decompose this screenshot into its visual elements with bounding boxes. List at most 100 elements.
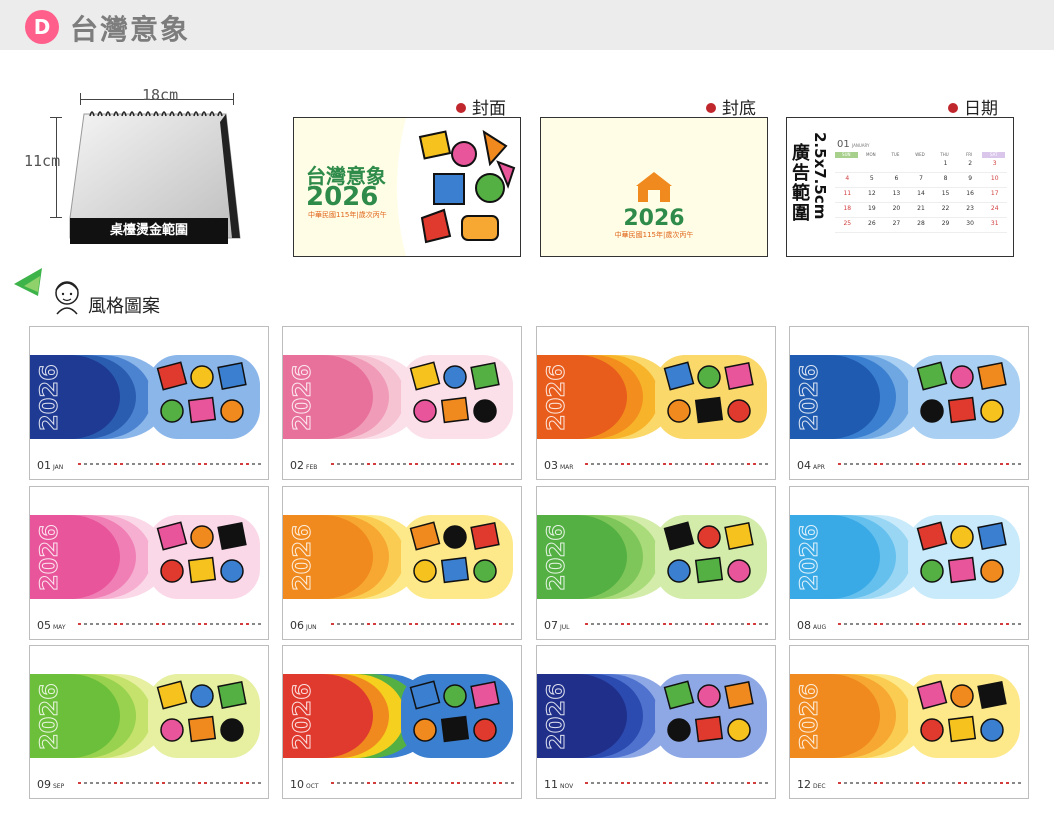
back-preview: 2026 中華民國115年|歲次丙午 — [540, 117, 768, 257]
month-year-text: 2026 — [35, 683, 64, 751]
calendar-day: 21 — [917, 205, 925, 212]
calendar-day: 25 — [843, 220, 852, 227]
month-card-03: 2026 03 MAR — [536, 326, 776, 480]
month-label: 10 OCT — [290, 778, 319, 791]
foil-stamp-band: 桌檯燙金範圍 — [70, 218, 228, 244]
month-label: 06 JUN — [290, 619, 317, 632]
calendar-day: 14 — [917, 190, 925, 197]
month-label: 12 DEC — [797, 778, 826, 791]
month-label: 08 AUG — [797, 619, 827, 632]
month-year-text: 2026 — [288, 364, 317, 432]
month-year-text: 2026 — [795, 683, 824, 751]
calendar-day: 1 — [943, 160, 948, 167]
back-subtitle: 中華民國115年|歲次丙午 — [614, 231, 694, 239]
month-year-text: 2026 — [288, 683, 317, 751]
ad-area-size: 2.5x7.5cm — [811, 132, 829, 220]
month-year-text: 2026 — [35, 364, 64, 432]
calendar-day: 6 — [894, 175, 899, 182]
calendar-day: 8 — [943, 175, 948, 182]
back-label: 封底 — [706, 94, 756, 119]
calendar-day: 26 — [868, 220, 876, 227]
section-badge: D — [25, 10, 59, 44]
month-card-09: 2026 09 SEP — [29, 645, 269, 799]
calendar-day: 16 — [966, 190, 974, 197]
month-artwork — [537, 674, 768, 784]
month-label: 03 MAR — [544, 459, 574, 472]
memorial-hall-icon — [636, 172, 672, 202]
calendar-day: 30 — [966, 220, 974, 227]
month-label: 11 NOV — [544, 778, 574, 791]
month-artwork — [790, 674, 1021, 784]
month-artwork — [537, 515, 768, 625]
month-artwork — [537, 355, 768, 465]
section-title: 台灣意象 — [70, 13, 191, 46]
month-artwork — [790, 515, 1021, 625]
calendar-day: 18 — [843, 205, 852, 212]
month-card-12: 2026 12 DEC — [789, 645, 1029, 799]
month-label: 02 FEB — [290, 459, 318, 472]
ad-area-text: 廣告範圍 — [792, 143, 810, 224]
style-section-title: 風格圖案 — [88, 296, 160, 317]
cover-subtitle: 中華民國115年|歲次丙午 — [308, 211, 387, 219]
section-header: D 台灣意象 — [0, 0, 1054, 50]
month-artwork — [30, 515, 261, 625]
month-card-08: 2026 08 AUG — [789, 486, 1029, 640]
calendar-day: 2 — [968, 160, 973, 167]
month-artwork — [283, 355, 514, 465]
month-year-text: 2026 — [795, 364, 824, 432]
cover-year: 2026 — [306, 182, 379, 212]
month-label: 04 APR — [797, 459, 825, 472]
calendar-day: 19 — [868, 205, 876, 212]
bullet-icon — [948, 103, 958, 113]
month-year-text: 2026 — [542, 683, 571, 751]
month-label: 09 SEP — [37, 778, 65, 791]
month-artwork — [30, 674, 261, 784]
month-artwork — [283, 515, 514, 625]
calendar-day: 15 — [941, 190, 950, 197]
month-artwork — [283, 674, 514, 784]
calendar-day: 28 — [917, 220, 925, 227]
month-card-06: 2026 06 JUN — [282, 486, 522, 640]
calendar-day: 10 — [990, 175, 999, 182]
calendar-day: 29 — [941, 220, 950, 227]
calendar-day: 9 — [968, 175, 973, 182]
month-year-text: 2026 — [542, 524, 571, 592]
date-preview: 廣告範圍 2.5x7.5cm 01 JANUARY SUN MON TUE WED TH… — [786, 117, 1014, 257]
month-card-10: 2026 10 OCT — [282, 645, 522, 799]
calendar-day: 5 — [869, 175, 874, 182]
month-card-01: 2026 01 JAN — [29, 326, 269, 480]
calendar-grid: SUN MON TUE WED THU FRI SAT 1 2 3 4 5 6 7 8 9 10 11 12 13 14… — [835, 152, 1007, 233]
month-year-text: 2026 — [542, 364, 571, 432]
calendar-month-number: 01 — [837, 139, 850, 150]
triangle-arrow-icon — [14, 268, 42, 296]
calendar-day: 3 — [992, 160, 997, 167]
month-year-text: 2026 — [795, 524, 824, 592]
calendar-month-name: JANUARY — [852, 143, 870, 148]
calendar-day: 23 — [966, 205, 974, 212]
calendar-day: 12 — [868, 190, 876, 197]
calendar-day: 31 — [990, 220, 999, 227]
bullet-icon — [456, 103, 466, 113]
girl-doodle-icon — [55, 281, 79, 315]
date-label: 日期 — [948, 94, 998, 119]
month-card-04: 2026 04 APR — [789, 326, 1029, 480]
calendar-day: 27 — [892, 220, 901, 227]
calendar-day: 7 — [919, 175, 923, 182]
month-year-text: 2026 — [35, 524, 64, 592]
back-year: 2026 — [623, 206, 685, 231]
calendar-day: 20 — [892, 205, 901, 212]
month-card-11: 2026 11 NOV — [536, 645, 776, 799]
month-artwork — [790, 355, 1021, 465]
calendar-day: 22 — [941, 205, 950, 212]
cover-preview: 台灣意象 2026 中華民國115年|歲次丙午 — [293, 117, 521, 257]
month-artwork — [30, 355, 261, 465]
calendar-day: 24 — [990, 205, 999, 212]
month-label: 07 JUL — [544, 619, 570, 632]
calendar-day: 4 — [845, 175, 850, 182]
month-label: 01 JAN — [37, 459, 64, 472]
month-card-02: 2026 02 FEB — [282, 326, 522, 480]
month-label: 05 MAY — [37, 619, 66, 632]
calendar-day: 11 — [843, 190, 852, 197]
calendar-day: 17 — [990, 190, 999, 197]
bullet-icon — [706, 103, 716, 113]
